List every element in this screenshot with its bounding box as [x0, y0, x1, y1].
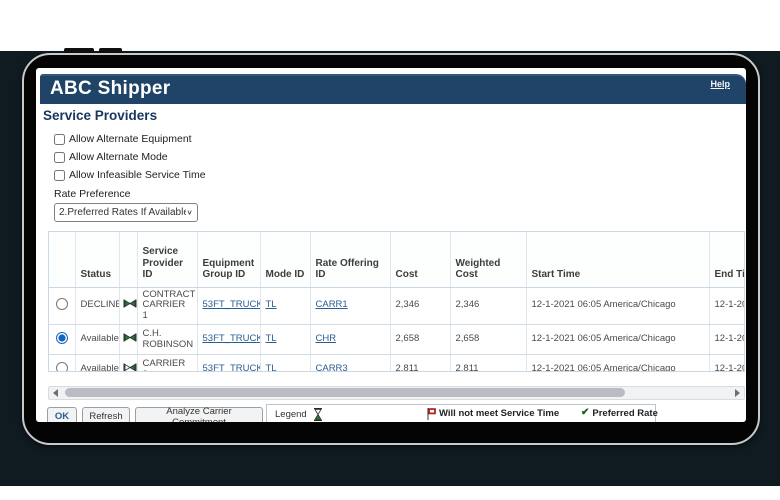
flag-icon [427, 408, 436, 420]
column-header-status: Status [75, 232, 119, 287]
column-header-icon [119, 232, 137, 287]
service-providers-table: Status Service Provider ID Equipment Gro… [48, 231, 745, 372]
check-icon: ✔ [581, 408, 589, 418]
legend-item-label: Will not meet Service Time [439, 408, 559, 419]
row-status-icon-cell [119, 287, 137, 325]
service-provider-cell: CARRIER 3 [137, 355, 197, 372]
status-cell: DECLINED [75, 287, 119, 325]
status-cell: Available [75, 355, 119, 372]
column-header-rate-offering-id: Rate Offering ID [310, 232, 390, 287]
tablet-screen: ABC Shipper Help Service Providers Allow… [36, 68, 746, 422]
help-link[interactable]: Help [710, 79, 730, 89]
allow-alternate-mode-checkbox[interactable] [54, 152, 65, 163]
mode-link[interactable]: TL [266, 333, 277, 344]
status-cell: Available [75, 325, 119, 355]
column-header-equipment-group-id: Equipment Group ID [197, 232, 260, 287]
cost-cell: 2,346 [390, 287, 450, 325]
weighted-cost-cell: 2,658 [450, 325, 526, 355]
column-header-select [49, 232, 75, 287]
legend-item: ✔ Preferred Rate [581, 408, 658, 419]
cost-cell: 2,658 [390, 325, 450, 355]
stage: ABC Shipper Help Service Providers Allow… [0, 0, 780, 500]
carrier-radio[interactable] [56, 298, 68, 310]
equipment-group-link[interactable]: 53FT_TRUCK [203, 333, 261, 344]
rate-offering-link[interactable]: CHR [316, 333, 337, 344]
app-title: ABC Shipper [50, 78, 170, 100]
column-header-weighted-cost: Weighted Cost [450, 232, 526, 287]
table-row: Available CARRIER 3 53FT_TRUCK TL CARR3 … [49, 355, 745, 372]
scrollbar-thumb[interactable] [65, 388, 625, 397]
checkbox-label: Allow Infeasible Service Time [69, 169, 206, 181]
mode-link[interactable]: TL [266, 299, 277, 310]
rate-preference-select[interactable]: 2.Preferred Rates If Available ∨ [54, 203, 198, 222]
page-title: Service Providers [43, 108, 157, 123]
analyze-carrier-commitment-button[interactable]: Analyze Carrier Commitment [135, 407, 263, 422]
service-provider-cell: CONTRACT CARRIER 1 [137, 287, 197, 325]
chevron-down-icon: ∨ [186, 208, 193, 217]
start-time-cell: 12-1-2021 06:05 America/Chicago [526, 287, 709, 325]
start-time-cell: 12-1-2021 06:05 America/Chicago [526, 355, 709, 372]
carrier-radio[interactable] [56, 362, 68, 372]
column-header-mode-id: Mode ID [260, 232, 310, 287]
checkbox-label: Allow Alternate Equipment [69, 133, 192, 145]
hourglass-icon [123, 363, 136, 372]
column-header-end-time: End Time [709, 232, 745, 287]
start-time-cell: 12-1-2021 06:05 America/Chicago [526, 325, 709, 355]
rate-preference-value: 2.Preferred Rates If Available [59, 207, 186, 218]
column-header-start-time: Start Time [526, 232, 709, 287]
checkbox-row: Allow Alternate Equipment [54, 132, 192, 146]
hourglass-icon [313, 408, 323, 421]
scroll-right-icon [735, 389, 740, 397]
legend-item-label: Preferred Rate [592, 408, 657, 419]
checkbox-row: Allow Infeasible Service Time [54, 168, 206, 182]
checkbox-label: Allow Alternate Mode [69, 151, 168, 163]
column-header-service-provider-id: Service Provider ID [137, 232, 197, 287]
hourglass-icon [123, 299, 136, 309]
scroll-left-button[interactable] [49, 387, 62, 399]
end-time-cell: 12-1-20 [709, 325, 745, 355]
allow-alternate-equipment-checkbox[interactable] [54, 134, 65, 145]
table-row: DECLINED CONTRACT CARRIER 1 53FT_TRUCK T… [49, 287, 745, 325]
allow-infeasible-service-time-checkbox[interactable] [54, 170, 65, 181]
equipment-group-link[interactable]: 53FT_TRUCK [203, 299, 261, 310]
row-status-icon-cell [119, 325, 137, 355]
rate-preference-label: Rate Preference [54, 188, 130, 200]
weighted-cost-cell: 2,811 [450, 355, 526, 372]
scroll-left-icon [53, 389, 58, 397]
cost-cell: 2,811 [390, 355, 450, 372]
horizontal-scrollbar[interactable] [48, 386, 745, 400]
row-status-icon-cell [119, 355, 137, 372]
hourglass-icon [123, 333, 136, 343]
app-header-bar: ABC Shipper Help [40, 74, 746, 104]
rate-offering-link[interactable]: CARR1 [316, 299, 348, 310]
column-header-cost: Cost [390, 232, 450, 287]
service-provider-cell: C.H. ROBINSON [137, 325, 197, 355]
table-header-row: Status Service Provider ID Equipment Gro… [49, 232, 745, 287]
mode-link[interactable]: TL [266, 363, 277, 372]
checkbox-row: Allow Alternate Mode [54, 150, 168, 164]
legend-item [313, 408, 326, 421]
legend: Legend Will not meet Service Time [266, 404, 656, 422]
refresh-button[interactable]: Refresh [82, 407, 130, 422]
rate-offering-link[interactable]: CARR3 [316, 363, 348, 372]
end-time-cell: 12-1-20 [709, 355, 745, 372]
equipment-group-link[interactable]: 53FT_TRUCK [203, 363, 261, 372]
scroll-right-button[interactable] [731, 387, 744, 399]
legend-label: Legend [275, 409, 307, 420]
table-row: Available C.H. ROBINSON 53FT_TRUCK TL CH… [49, 325, 745, 355]
ok-button[interactable]: OK [47, 407, 77, 422]
carrier-radio[interactable] [56, 332, 68, 344]
weighted-cost-cell: 2,346 [450, 287, 526, 325]
end-time-cell: 12-1-20 [709, 287, 745, 325]
legend-item: Will not meet Service Time [427, 408, 559, 420]
